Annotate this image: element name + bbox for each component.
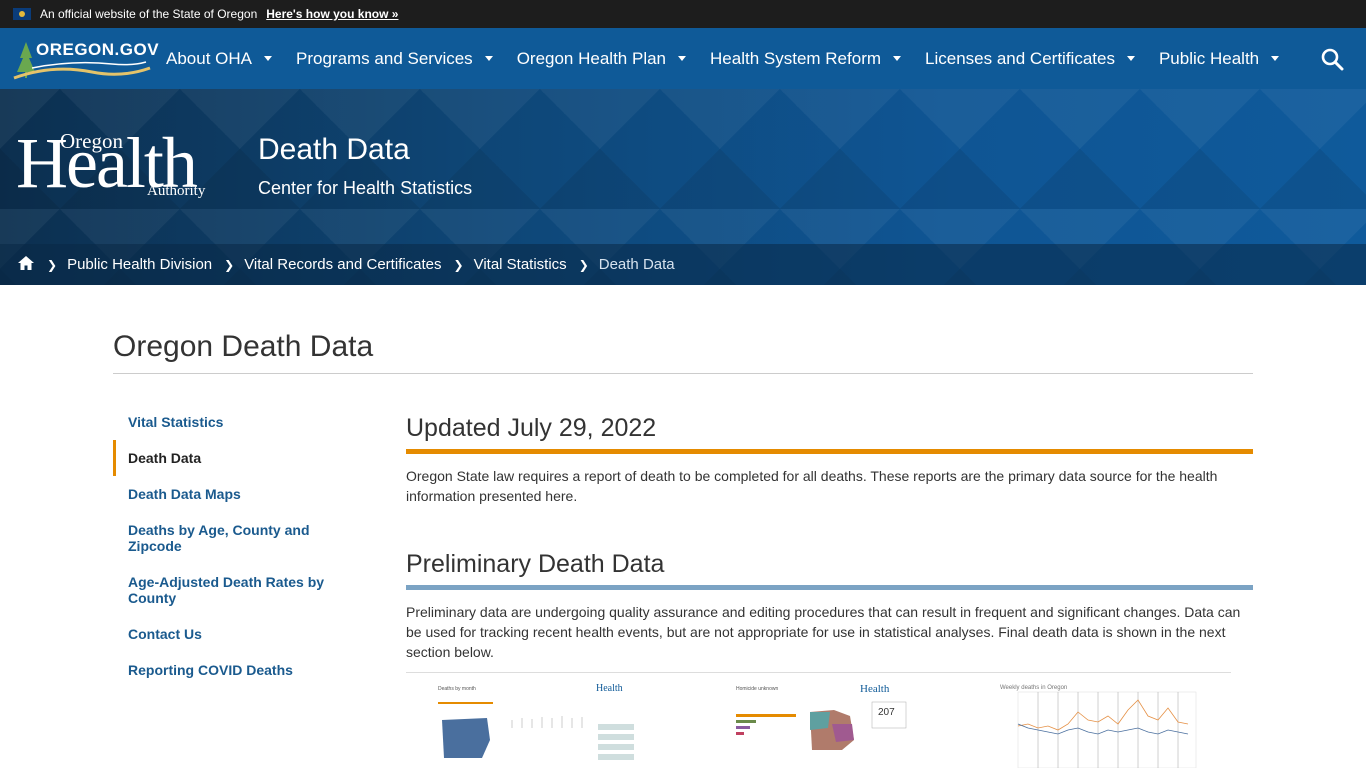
sidenav-item-deaths-by-age[interactable]: Deaths by Age, County and Zipcode — [113, 512, 343, 564]
caret-down-icon — [1271, 56, 1280, 61]
orange-divider — [406, 449, 1253, 454]
sidenav-item-contact-us[interactable]: Contact Us — [113, 616, 343, 652]
blue-divider — [406, 585, 1253, 590]
nav-item-about-oha[interactable]: About OHA — [166, 49, 272, 69]
thumb-brand: Health — [596, 683, 623, 694]
dashboard-thumbnails: Deaths by month Health Homicide unknown … — [432, 680, 1212, 769]
thin-divider — [406, 672, 1231, 673]
official-text: An official website of the State of Oreg… — [40, 7, 258, 21]
thumb-brand: Health — [860, 683, 890, 695]
chevron-right-icon: ❯ — [224, 257, 235, 272]
oregon-gov-logo[interactable]: OREGON.GOV — [0, 28, 159, 89]
caret-down-icon — [484, 56, 493, 61]
page-hero-banner: Health Oregon Authority Death Data Cente… — [0, 89, 1366, 285]
oregon-flag-icon — [13, 8, 31, 20]
nav-item-licenses-certificates[interactable]: Licenses and Certificates — [925, 49, 1135, 69]
section-heading-updated: Updated July 29, 2022 — [406, 414, 657, 442]
nav-item-programs-services[interactable]: Programs and Services — [296, 49, 493, 69]
hero-subtitle: Center for Health Statistics — [258, 178, 473, 198]
main-content: Updated July 29, 2022 Oregon State law r… — [406, 414, 1253, 673]
chevron-right-icon: ❯ — [453, 257, 464, 272]
logo-authority-word: Authority — [147, 183, 206, 199]
sidenav-item-death-data[interactable]: Death Data — [113, 440, 343, 476]
home-icon[interactable] — [17, 255, 35, 275]
thumbnail-homicide-map[interactable]: Homicide unknown Health 207 — [732, 680, 942, 768]
caret-down-icon — [678, 56, 687, 61]
breadcrumb: ❯ Public Health Division ❯ Vital Records… — [0, 244, 1366, 285]
caret-down-icon — [893, 56, 902, 61]
nav-item-oregon-health-plan[interactable]: Oregon Health Plan — [517, 49, 687, 69]
sidenav-item-death-data-maps[interactable]: Death Data Maps — [113, 476, 343, 512]
breadcrumb-public-health-division[interactable]: Public Health Division — [67, 256, 212, 273]
breadcrumb-current: Death Data — [598, 256, 675, 273]
side-navigation: Vital Statistics Death Data Death Data M… — [113, 404, 343, 688]
section-body-preliminary: Preliminary data are undergoing quality … — [406, 604, 1241, 660]
search-button[interactable] — [1312, 39, 1352, 79]
section-heading-preliminary: Preliminary Death Data — [406, 550, 665, 578]
thumb-title: Deaths by month — [438, 686, 476, 692]
main-navigation: OREGON.GOV About OHA Programs and Servic… — [0, 28, 1366, 89]
page-title: Oregon Death Data — [113, 330, 374, 363]
title-divider — [113, 373, 1253, 374]
section-body-updated: Oregon State law requires a report of de… — [406, 468, 1218, 504]
hero-title: Death Data — [258, 133, 410, 166]
sidenav-item-vital-statistics[interactable]: Vital Statistics — [113, 404, 343, 440]
search-icon — [1321, 48, 1344, 70]
official-website-bar: An official website of the State of Oreg… — [0, 0, 1366, 28]
nav-menu: About OHA Programs and Services Oregon H… — [152, 49, 1312, 69]
nav-item-public-health[interactable]: Public Health — [1159, 49, 1280, 69]
thumb-title: Weekly deaths in Oregon — [1000, 685, 1067, 691]
chevron-right-icon: ❯ — [47, 257, 58, 272]
caret-down-icon — [264, 56, 272, 61]
sidenav-item-reporting-covid[interactable]: Reporting COVID Deaths — [113, 652, 343, 688]
how-you-know-link[interactable]: Here's how you know » — [266, 7, 398, 21]
thumbnail-deaths-by-month[interactable]: Deaths by month Health — [432, 680, 642, 768]
sidenav-item-age-adjusted-rates[interactable]: Age-Adjusted Death Rates by County — [113, 564, 343, 616]
thumb-value: 207 — [878, 707, 895, 718]
thumb-title: Homicide unknown — [736, 686, 778, 692]
breadcrumb-vital-statistics[interactable]: Vital Statistics — [474, 256, 567, 273]
oregon-gov-wordmark: OREGON.GOV — [36, 40, 160, 59]
logo-oregon-word: Oregon — [60, 129, 123, 153]
chevron-right-icon: ❯ — [578, 257, 589, 272]
nav-item-health-system-reform[interactable]: Health System Reform — [710, 49, 902, 69]
caret-down-icon — [1126, 56, 1135, 61]
breadcrumb-vital-records[interactable]: Vital Records and Certificates — [244, 256, 441, 273]
thumbnail-weekly-deaths[interactable]: Weekly deaths in Oregon — [998, 680, 1208, 769]
oregon-health-authority-logo[interactable]: Health Oregon Authority — [16, 127, 216, 207]
